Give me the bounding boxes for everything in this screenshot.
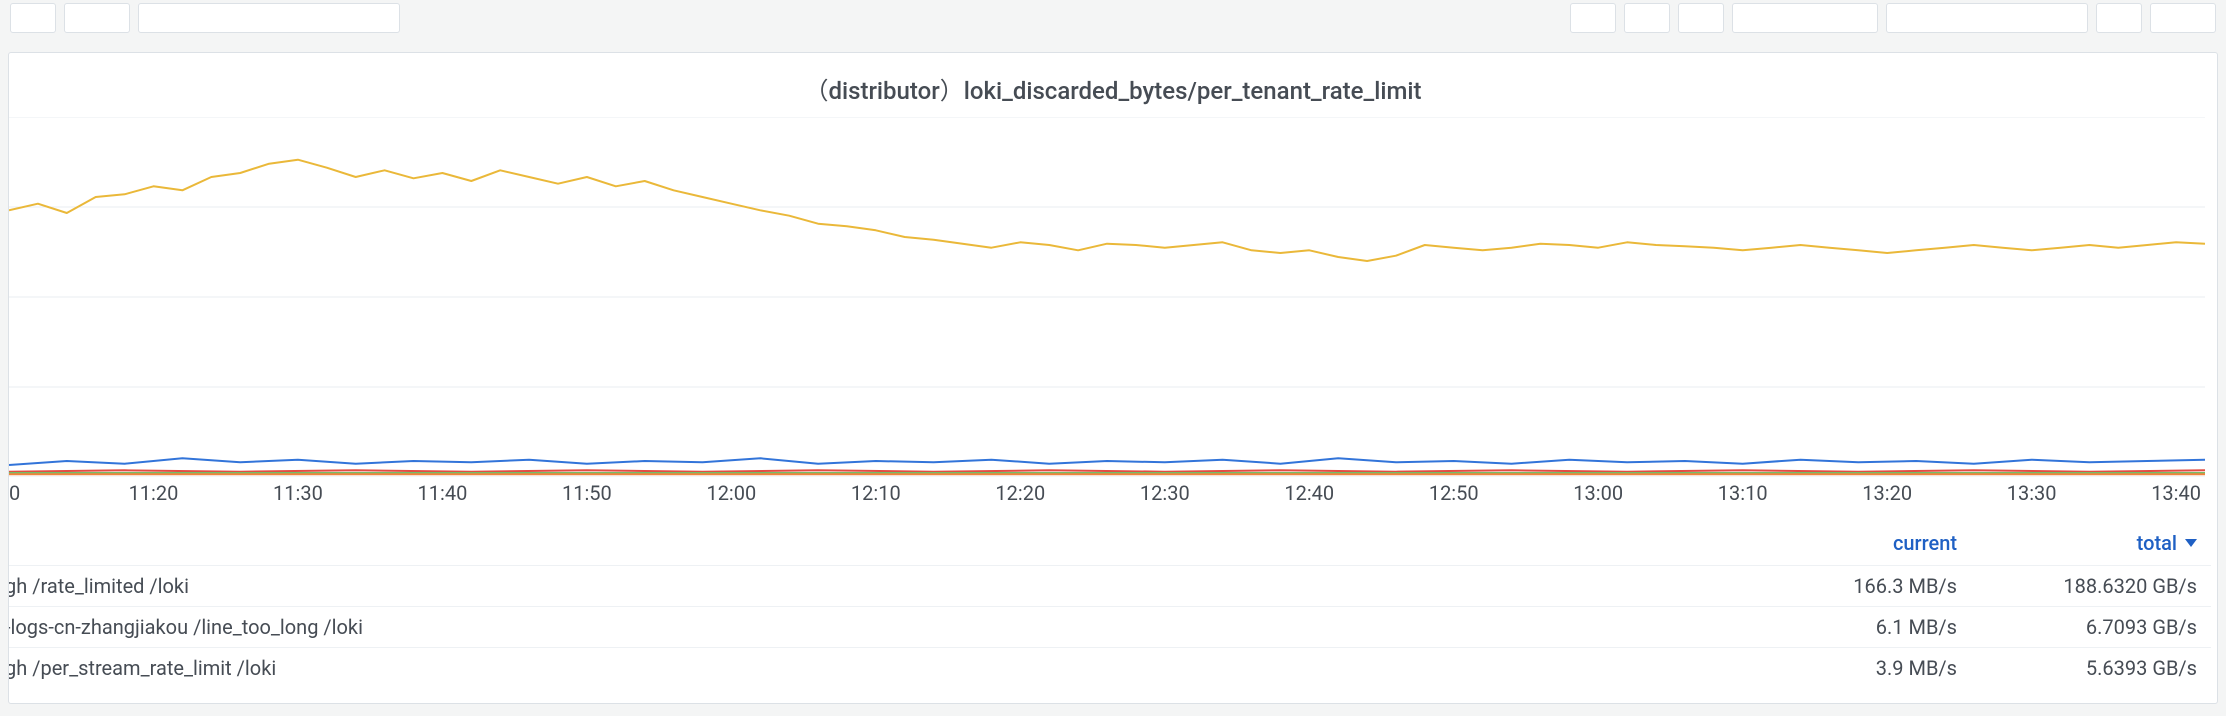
- toolbar-button-6[interactable]: [1678, 3, 1724, 33]
- x-tick: 12:20: [995, 481, 1045, 505]
- toolbar-button-5[interactable]: [1624, 3, 1670, 33]
- legend-row-total: 5.6393 GB/s: [2017, 656, 2197, 680]
- legend-row[interactable]: -logs-cn-zhangjiakou /line_too_long /lok…: [9, 606, 2211, 647]
- chevron-down-icon: [2185, 539, 2197, 547]
- x-tick: 13:10: [1718, 481, 1768, 505]
- toolbar-button-8[interactable]: [2096, 3, 2142, 33]
- legend-col-current-label: current: [1893, 531, 1957, 555]
- legend-row[interactable]: gh /per_stream_rate_limit /loki 3.9 MB/s…: [9, 647, 2211, 688]
- x-tick: 13:30: [2007, 481, 2057, 505]
- legend-col-total-label: total: [2137, 531, 2177, 555]
- legend-row-current: 166.3 MB/s: [1777, 574, 1957, 598]
- chart-x-axis: 10 11:20 11:30 11:40 11:50 12:00 12:10 12:20 12:…: [9, 481, 2205, 511]
- legend-row[interactable]: gh /rate_limited /loki 166.3 MB/s 188.63…: [9, 565, 2211, 606]
- x-tick: 12:00: [706, 481, 756, 505]
- x-tick: 10: [8, 481, 20, 505]
- toolbar-button-9[interactable]: [2150, 3, 2216, 33]
- chart-plot-area[interactable]: [9, 117, 2205, 477]
- x-tick: 13:40: [2151, 481, 2201, 505]
- legend-row-current: 6.1 MB/s: [1777, 615, 1957, 639]
- legend-header: current total: [9, 525, 2211, 565]
- x-tick: 13:00: [1573, 481, 1623, 505]
- series-line: [9, 160, 2205, 261]
- toolbar-button-3[interactable]: [138, 3, 400, 33]
- toolbar-button-2[interactable]: [64, 3, 130, 33]
- legend-row-total: 6.7093 GB/s: [2017, 615, 2197, 639]
- x-tick: 12:50: [1429, 481, 1479, 505]
- legend-row-total: 188.6320 GB/s: [2017, 574, 2197, 598]
- x-tick: 11:20: [129, 481, 179, 505]
- panel-title: （distributor）loki_discarded_bytes/per_te…: [9, 53, 2217, 107]
- x-tick: 12:30: [1140, 481, 1190, 505]
- toolbar-button-1[interactable]: [10, 3, 56, 33]
- x-tick: 11:30: [273, 481, 323, 505]
- legend-col-total[interactable]: total: [2017, 531, 2197, 555]
- x-tick: 12:40: [1284, 481, 1334, 505]
- legend-row-label: -logs-cn-zhangjiakou /line_too_long /lok…: [9, 615, 1717, 639]
- x-tick: 13:20: [1862, 481, 1912, 505]
- toolbar-button-4[interactable]: [1570, 3, 1616, 33]
- legend-table: current total gh /rate_limited /loki 166…: [9, 525, 2211, 703]
- graph-panel: （distributor）loki_discarded_bytes/per_te…: [8, 52, 2218, 704]
- toolbar-button-7[interactable]: [1732, 3, 1878, 33]
- legend-row-current: 3.9 MB/s: [1777, 656, 1957, 680]
- legend-row-label: gh /per_stream_rate_limit /loki: [9, 656, 1717, 680]
- series-line: [9, 470, 2205, 471]
- top-toolbar: [0, 0, 2226, 36]
- x-tick: 11:40: [418, 481, 468, 505]
- legend-col-current[interactable]: current: [1777, 531, 1957, 555]
- x-tick: 12:10: [851, 481, 901, 505]
- legend-row-label: gh /rate_limited /loki: [9, 574, 1717, 598]
- toolbar-time-range[interactable]: [1886, 3, 2088, 33]
- series-line: [9, 458, 2205, 465]
- x-tick: 11:50: [562, 481, 612, 505]
